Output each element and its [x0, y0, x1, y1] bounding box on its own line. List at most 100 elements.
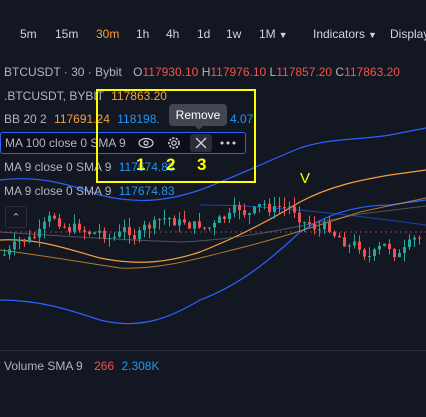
candle-body: [48, 215, 51, 222]
candle-body: [98, 230, 101, 233]
candle-body: [33, 236, 36, 238]
candle-body: [53, 215, 56, 219]
candle-body: [318, 229, 321, 231]
timeframe-1h[interactable]: 1h: [136, 27, 149, 41]
chevron-down-icon: ▼: [368, 30, 377, 40]
indicators-button[interactable]: Indicators ▼: [313, 27, 377, 41]
pane-separator[interactable]: [0, 350, 426, 351]
candle-body: [78, 223, 81, 231]
candle-body: [398, 252, 401, 258]
candle-body: [123, 227, 126, 232]
timeframe-1d[interactable]: 1d: [197, 27, 210, 41]
timeframe-4h[interactable]: 4h: [166, 27, 179, 41]
candle-body: [268, 203, 271, 213]
candle-body: [143, 224, 146, 231]
candle-body: [163, 218, 166, 220]
candle-body: [173, 218, 176, 226]
collapse-handle[interactable]: ⌃: [5, 206, 27, 228]
candle-body: [13, 241, 16, 250]
candle-body: [133, 235, 136, 240]
candle-body: [403, 247, 406, 253]
candle-body: [288, 206, 291, 208]
indicators-label: Indicators: [313, 27, 366, 41]
open-label: O: [133, 65, 143, 79]
candle-body: [153, 219, 156, 229]
candle-body: [218, 216, 221, 223]
annotation-number-2: 2: [166, 155, 176, 174]
candles-group: [3, 197, 421, 263]
timeframe-1m-dropdown[interactable]: 1M ▼: [259, 27, 288, 41]
candle-body: [168, 218, 171, 220]
candle-body: [278, 206, 281, 208]
close-label: C: [335, 65, 345, 79]
chevron-up-icon: ⌃: [11, 211, 21, 224]
candle-body: [248, 213, 251, 215]
ma9b-name: MA 9 close 0 SMA 9: [4, 184, 112, 198]
bb-name: BB 20 2: [4, 112, 47, 126]
candle-body: [198, 221, 201, 228]
candle-body: [388, 243, 391, 249]
volume-value-2: 2.308K: [121, 359, 160, 373]
candle-body: [23, 239, 26, 242]
candle-body: [328, 222, 331, 232]
candle-body: [263, 203, 266, 205]
candle-body: [128, 227, 131, 236]
candle-body: [203, 227, 206, 229]
display-button[interactable]: Display: [390, 27, 426, 41]
candle-body: [348, 245, 351, 247]
candle-body: [233, 204, 236, 213]
candle-body: [303, 222, 306, 224]
candle-body: [108, 238, 111, 240]
candle-body: [178, 219, 181, 226]
ma9-line: [0, 197, 426, 269]
annotation-highlight-box: [96, 89, 256, 183]
candle-body: [188, 222, 191, 229]
volume-name: Volume SMA 9: [4, 359, 83, 373]
candle-body: [393, 248, 396, 258]
candle-body: [368, 256, 371, 258]
timeframe-5m[interactable]: 5m: [20, 27, 37, 41]
candle-body: [43, 221, 46, 229]
timeframe-15m[interactable]: 15m: [55, 27, 78, 41]
legend-ma9b-row: MA 9 close 0 SMA 9 117674.83: [4, 184, 175, 202]
symbol-name: BTCUSDT · 30 · Bybit: [4, 65, 122, 79]
candle-body: [63, 226, 66, 228]
close-value: 117863.20: [344, 65, 400, 79]
high-value: 117976.10: [210, 65, 267, 79]
annotation-number-1: 1: [136, 155, 146, 174]
candle-body: [293, 206, 296, 213]
bb-lower-band: [0, 199, 426, 325]
candle-body: [148, 224, 151, 229]
timeframe-1w[interactable]: 1w: [226, 27, 241, 41]
candle-body: [58, 218, 61, 227]
candle-body: [418, 237, 421, 239]
candle-body: [338, 235, 341, 238]
candle-body: [273, 206, 276, 213]
ma9b-value: 117674.83: [118, 184, 175, 198]
candle-body: [373, 249, 376, 257]
candle-body: [103, 230, 106, 239]
candle-body: [73, 223, 76, 232]
candle-body: [298, 212, 301, 223]
candle-body: [243, 210, 246, 215]
low-value: 117857.20: [276, 65, 333, 79]
candle-body: [183, 219, 186, 223]
candle-body: [88, 231, 91, 235]
volume-value-1: 266: [94, 359, 115, 373]
timeframe-toolbar: 5m 15m 30m 1h 4h 1d 1w 1M ▼ Indicators ▼ D…: [0, 20, 426, 48]
candle-body: [38, 228, 41, 238]
candle-body: [28, 236, 31, 242]
chevron-down-icon: ▼: [278, 30, 288, 40]
candle-body: [68, 227, 71, 232]
candle-body: [413, 237, 416, 240]
candle-body: [223, 216, 226, 219]
candle-body: [258, 204, 261, 207]
timeframe-30m[interactable]: 30m: [96, 27, 119, 41]
candle-body: [138, 230, 141, 240]
candle-body: [333, 231, 336, 236]
candle-body: [158, 219, 161, 221]
candle-body: [228, 212, 231, 219]
open-value: 117930.10: [142, 65, 199, 79]
annotation-number-3: 3: [197, 155, 207, 174]
candle-body: [383, 243, 386, 246]
